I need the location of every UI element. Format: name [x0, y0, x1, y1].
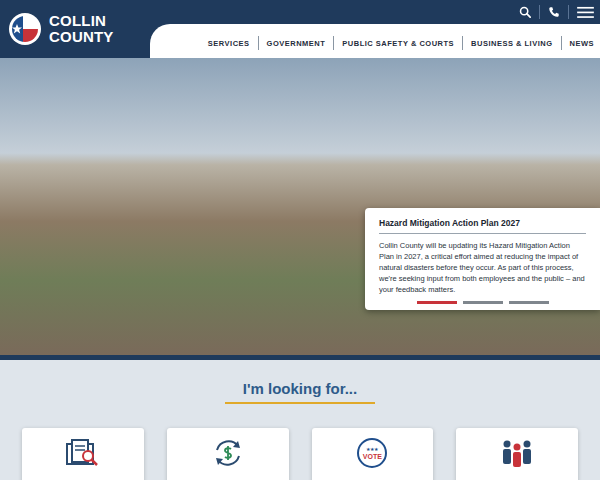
heading-underline — [225, 402, 375, 404]
nav-separator — [462, 36, 463, 50]
payments-icon — [211, 438, 245, 468]
search-icon[interactable] — [519, 6, 531, 18]
slide-indicator[interactable] — [417, 301, 457, 304]
vote-icon: ★★★VOTE — [357, 438, 387, 468]
quick-link-card[interactable] — [167, 428, 289, 480]
slide-indicator[interactable] — [509, 301, 549, 304]
quick-link-card[interactable]: ★★★VOTE — [312, 428, 434, 480]
nav-item[interactable]: NEWS — [570, 39, 595, 48]
phone-icon[interactable] — [548, 6, 560, 18]
texas-flag-seal-icon — [8, 12, 42, 46]
county-logo[interactable]: COLLINCOUNTY — [0, 0, 150, 58]
nav-item[interactable]: BUSINESS & LIVING — [471, 39, 552, 48]
hero-image — [0, 58, 600, 355]
quick-link-card[interactable] — [22, 428, 144, 480]
slide-title[interactable]: Hazard Mitigation Action Plan 2027 — [379, 218, 586, 234]
records-icon — [66, 438, 100, 468]
community-people-icon — [500, 438, 534, 468]
quick-link-card[interactable] — [456, 428, 578, 480]
nav-item[interactable]: GOVERNMENT — [267, 39, 326, 48]
nav-item[interactable]: PUBLIC SAFETY & COURTS — [342, 39, 454, 48]
utility-bar — [150, 0, 600, 24]
slide-card[interactable]: Hazard Mitigation Action Plan 2027 Collin… — [365, 208, 600, 310]
vote-badge-text: VOTE — [363, 452, 382, 461]
page: COLLINCOUNTY SERVICES GOVERNMENT PUBLIC SAF… — [0, 0, 600, 480]
hamburger-menu-icon[interactable] — [577, 6, 594, 19]
nav-item[interactable]: SERVICES — [208, 39, 250, 48]
main-nav: SERVICES GOVERNMENT PUBLIC SAFETY & COURTS… — [150, 24, 600, 58]
section-heading: I'm looking for... — [243, 379, 357, 399]
nav-separator — [561, 36, 562, 50]
slide-indicators — [379, 301, 586, 304]
logo-text: COUNTY — [49, 29, 114, 45]
nav-separator — [333, 36, 334, 50]
site-header: COLLINCOUNTY SERVICES GOVERNMENT PUBLIC SAF… — [0, 0, 600, 58]
logo-text: COLLIN — [49, 13, 114, 29]
slide-body: Collin County will be updating its Hazar… — [379, 240, 586, 295]
slide-indicator[interactable] — [463, 301, 503, 304]
nav-separator — [258, 36, 259, 50]
hero-stripe — [0, 355, 600, 360]
hero-photo: Hazard Mitigation Action Plan 2027 Collin… — [0, 58, 600, 355]
looking-for-section: I'm looking for... ★★★VOTE — [0, 360, 600, 480]
